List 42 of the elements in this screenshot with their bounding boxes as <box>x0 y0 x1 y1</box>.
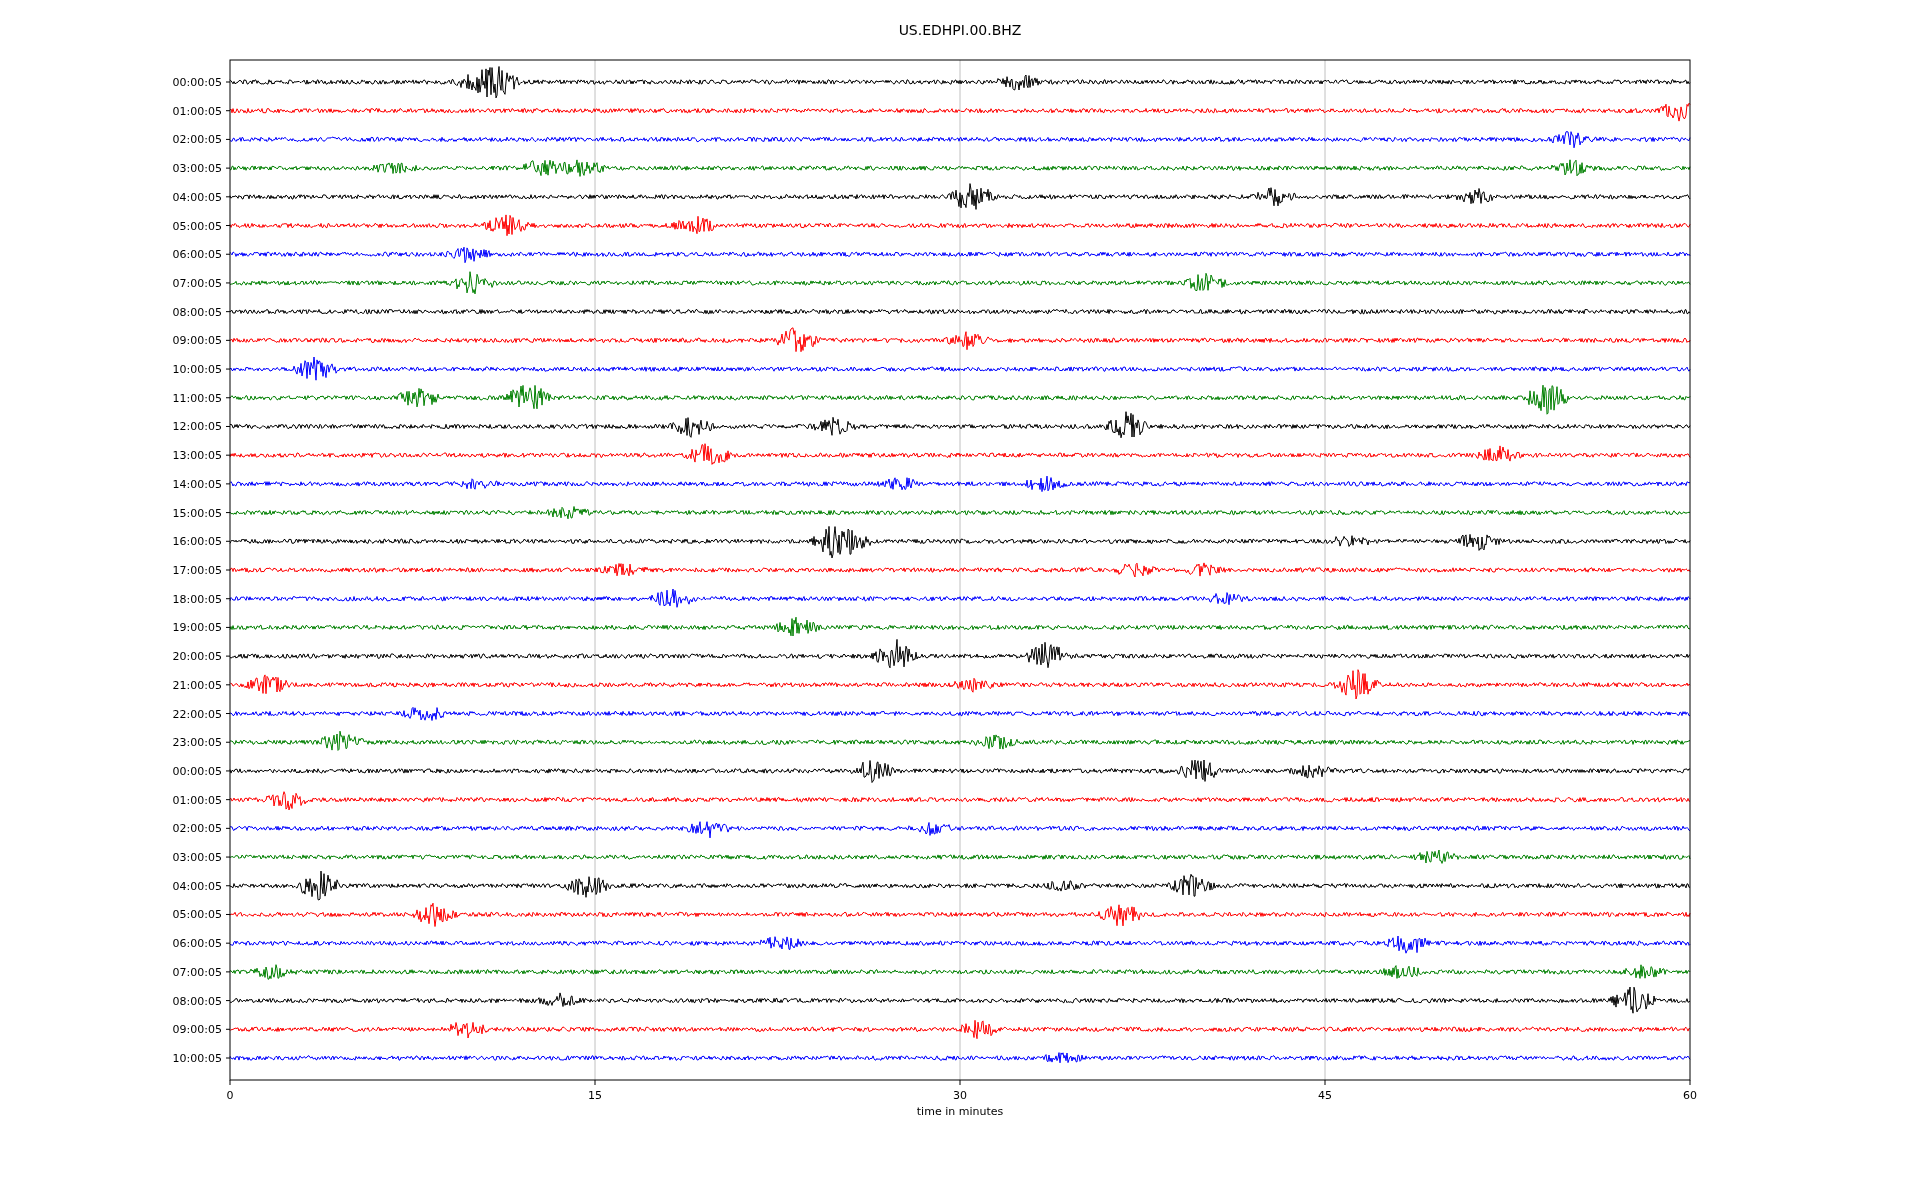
time-label: 03:00:05 <box>172 162 222 176</box>
time-label: 20:00:05 <box>172 650 222 664</box>
time-label: 00:00:05 <box>172 764 222 778</box>
time-label: 14:00:05 <box>172 477 222 491</box>
time-label: 16:00:05 <box>172 535 222 549</box>
time-label: 09:00:05 <box>172 334 222 348</box>
time-label: 00:00:05 <box>172 76 222 89</box>
time-label: 02:00:05 <box>172 133 222 147</box>
tick-label: 15 <box>588 1089 602 1102</box>
time-label: 06:00:05 <box>172 248 222 262</box>
time-label: 10:00:05 <box>172 363 222 377</box>
tick-label: 45 <box>1318 1089 1332 1102</box>
time-label: 01:00:05 <box>172 793 222 807</box>
time-label: 04:00:05 <box>172 879 222 893</box>
time-label: 13:00:05 <box>172 449 222 463</box>
time-label: 08:00:05 <box>172 305 222 319</box>
time-label: 18:00:05 <box>172 592 222 606</box>
time-label: 05:00:05 <box>172 908 222 922</box>
time-label: 11:00:05 <box>172 391 222 405</box>
axis-label: time in minutes <box>916 1105 1004 1118</box>
time-label: 08:00:05 <box>172 994 222 1008</box>
time-label: 04:00:05 <box>172 190 222 204</box>
time-label: 15:00:05 <box>172 506 222 520</box>
time-label: 10:00:05 <box>172 1052 222 1065</box>
time-label: 12:00:05 <box>172 420 222 434</box>
tick-label: 30 <box>953 1089 967 1102</box>
time-label: 17:00:05 <box>172 564 222 577</box>
time-label: 07:00:05 <box>172 276 222 290</box>
time-label: 06:00:05 <box>172 937 222 951</box>
time-label: 05:00:05 <box>172 219 222 233</box>
time-label: 07:00:05 <box>172 965 222 979</box>
plot-title: US.EDHPI.00.BHZ <box>898 22 1022 38</box>
tick-label: 0 <box>226 1089 234 1102</box>
time-label: 03:00:05 <box>172 851 222 865</box>
tick-label: 60 <box>1683 1089 1697 1102</box>
time-label: 23:00:05 <box>172 736 222 750</box>
time-label: 02:00:05 <box>172 822 222 836</box>
time-label: 09:00:05 <box>172 1023 222 1037</box>
time-label: 19:00:05 <box>172 621 222 635</box>
time-label: 01:00:05 <box>172 104 222 118</box>
time-label: 21:00:05 <box>172 678 222 692</box>
time-label: 22:00:05 <box>172 707 222 721</box>
